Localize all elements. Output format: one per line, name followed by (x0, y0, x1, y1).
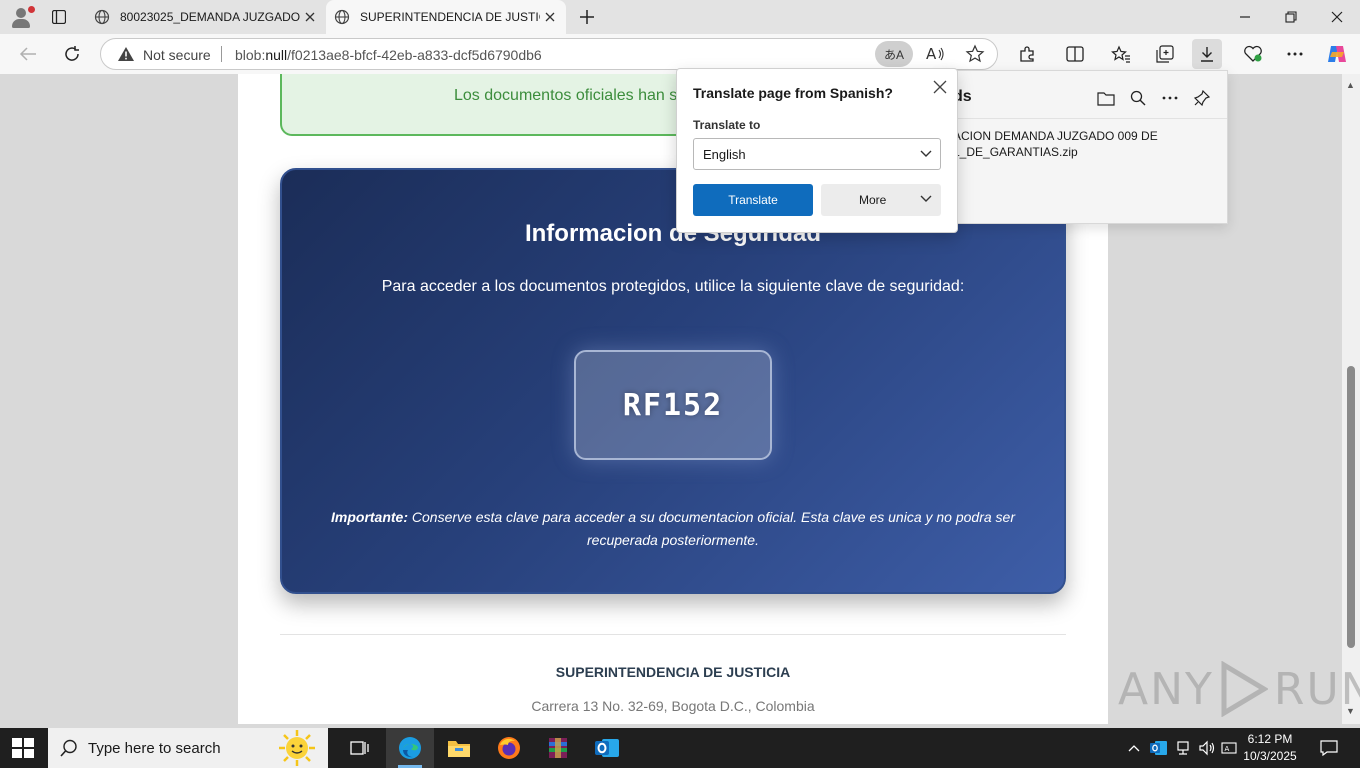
more-button[interactable]: More (821, 184, 941, 216)
minimize-icon[interactable] (1222, 0, 1268, 34)
tab-strip: 80023025_DEMANDA JUZGADO 0 SUPERINTENDEN… (0, 0, 1360, 34)
close-tab-icon[interactable] (542, 9, 558, 25)
tab-title: SUPERINTENDENCIA DE JUSTICIA (360, 10, 540, 24)
translate-popup: Translate page from Spanish? Translate t… (676, 68, 958, 233)
scroll-up-icon[interactable]: ▲ (1346, 80, 1355, 90)
globe-icon (94, 9, 110, 25)
weather-sun-icon[interactable] (270, 730, 324, 766)
notifications-icon[interactable] (1314, 728, 1344, 768)
url-text[interactable]: blob:null/f0213ae8-bfcf-42eb-a833-dcf5d6… (235, 47, 542, 63)
language-select[interactable]: English (693, 138, 941, 170)
profile-icon[interactable] (8, 4, 36, 30)
svg-text:A: A (1225, 745, 1230, 753)
footer-divider (280, 634, 1066, 635)
tab-actions-icon[interactable] (46, 6, 72, 28)
pin-icon[interactable] (1191, 87, 1213, 109)
outlook-tray-icon[interactable] (1148, 728, 1170, 768)
taskbar-search[interactable]: Type here to search (48, 728, 328, 768)
favorites-icon[interactable] (1106, 39, 1136, 69)
new-tab-icon[interactable] (576, 6, 598, 28)
chevron-down-icon (920, 195, 932, 202)
back-icon[interactable] (13, 39, 43, 69)
page-scrollbar[interactable]: ▲ ▼ (1342, 74, 1360, 724)
translate-title: Translate page from Spanish? (693, 85, 893, 101)
more-options-icon[interactable] (1159, 87, 1181, 109)
notice-text: Los documentos oficiales han s (454, 87, 678, 104)
outlook-icon[interactable] (583, 728, 631, 768)
network-icon[interactable] (1172, 728, 1194, 768)
important-note: Importante: Conserve esta clave para acc… (322, 506, 1024, 552)
downloads-panel: ds ACION DEMANDA JUZGADO 009 DE L_DE_GAR… (938, 70, 1228, 224)
important-label: Importante: (331, 509, 408, 525)
close-icon[interactable] (931, 78, 949, 96)
translate-button[interactable]: Translate (693, 184, 813, 216)
footer-organization: SUPERINTENDENCIA DE JUSTICIA (555, 664, 791, 680)
windows-taskbar: Type here to search A 6:12 PM 10/3/2025 (0, 728, 1360, 768)
chevron-down-icon (920, 150, 932, 157)
collections-icon[interactable] (1150, 39, 1180, 69)
system-clock[interactable]: 6:12 PM 10/3/2025 (1240, 731, 1300, 765)
task-view-icon[interactable] (336, 728, 384, 768)
file-explorer-icon[interactable] (435, 728, 483, 768)
search-placeholder: Type here to search (88, 740, 221, 757)
open-folder-icon[interactable] (1095, 87, 1117, 109)
tab-demanda[interactable]: 80023025_DEMANDA JUZGADO 0 (84, 0, 326, 34)
downloads-icon[interactable] (1192, 39, 1222, 69)
warning-icon[interactable] (117, 46, 135, 62)
translate-to-label: Translate to (693, 118, 761, 132)
close-tab-icon[interactable] (302, 9, 318, 25)
split-screen-icon[interactable] (1060, 39, 1090, 69)
globe-icon (334, 9, 350, 25)
refresh-icon[interactable] (57, 39, 87, 69)
show-hidden-icons-icon[interactable] (1124, 728, 1144, 768)
copilot-icon[interactable] (1322, 39, 1352, 69)
favorite-star-icon[interactable] (963, 42, 987, 66)
footer-address: Carrera 13 No. 32-69, Bogota D.C., Colom… (531, 698, 815, 714)
tab-title: 80023025_DEMANDA JUZGADO 0 (120, 10, 300, 24)
search-icon (60, 739, 77, 757)
more-button-label: More (859, 193, 887, 207)
card-lead-text: Para acceder a los documentos protegidos… (381, 278, 965, 295)
download-filename-line2: L_DE_GARANTIAS.zip (953, 145, 1078, 159)
scrollbar-thumb[interactable] (1347, 366, 1355, 648)
performance-icon[interactable] (1238, 39, 1268, 69)
address-bar[interactable]: Not secure blob:null/f0213ae8-bfcf-42eb-… (100, 38, 998, 70)
selected-language: English (703, 147, 746, 162)
restore-icon[interactable] (1268, 0, 1314, 34)
important-text: Conserve esta clave para acceder a su do… (408, 509, 1015, 548)
settings-more-icon[interactable] (1280, 39, 1310, 69)
winrar-icon[interactable] (534, 728, 582, 768)
keyboard-icon[interactable]: A (1218, 728, 1240, 768)
search-downloads-icon[interactable] (1127, 87, 1149, 109)
volume-icon[interactable] (1196, 728, 1218, 768)
security-code[interactable]: RF152 (576, 388, 770, 423)
clock-date: 10/3/2025 (1243, 749, 1297, 763)
translate-icon[interactable]: あA (875, 41, 913, 67)
separator (221, 46, 222, 62)
downloads-separator (939, 118, 1227, 119)
clock-time: 6:12 PM (1247, 732, 1293, 746)
close-window-icon[interactable] (1314, 0, 1360, 34)
extensions-icon[interactable] (1012, 39, 1042, 69)
svg-text:A: A (926, 45, 937, 63)
read-aloud-icon[interactable]: A (923, 42, 947, 66)
anyrun-watermark: ANY RUN (1118, 654, 1360, 724)
firefox-icon[interactable] (485, 728, 533, 768)
security-label[interactable]: Not secure (143, 47, 211, 63)
play-logo-icon (1221, 661, 1268, 717)
tab-superintendencia[interactable]: SUPERINTENDENCIA DE JUSTICIA (326, 0, 566, 34)
edge-taskbar-icon[interactable] (386, 728, 434, 768)
security-code-box[interactable]: RF152 (574, 350, 772, 460)
download-filename-line1: ACION DEMANDA JUZGADO 009 DE (953, 129, 1158, 143)
windows-start-icon[interactable] (12, 738, 34, 758)
download-item[interactable]: ACION DEMANDA JUZGADO 009 DE L_DE_GARANT… (953, 128, 1223, 160)
